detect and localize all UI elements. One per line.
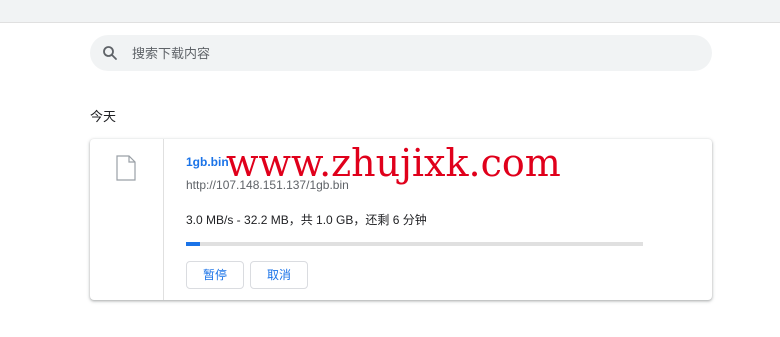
top-bar <box>0 0 780 23</box>
pause-button[interactable]: 暂停 <box>186 261 245 289</box>
download-progress-bar <box>186 242 643 246</box>
download-status: 3.0 MB/s - 32.2 MB，共 1.0 GB，还剩 6 分钟 <box>186 213 427 227</box>
search-bar[interactable] <box>90 35 712 71</box>
download-item-card: 1gb.bin http://107.148.151.137/1gb.bin 3… <box>90 139 712 300</box>
download-progress-fill <box>186 242 200 246</box>
download-url[interactable]: http://107.148.151.137/1gb.bin <box>186 178 349 192</box>
search-input[interactable] <box>130 44 694 62</box>
section-label-today: 今天 <box>90 109 117 124</box>
search-icon <box>102 45 118 61</box>
file-icon <box>116 155 136 181</box>
download-filename-link[interactable]: 1gb.bin <box>186 155 229 169</box>
download-item-icon-column <box>90 139 164 300</box>
cancel-button[interactable]: 取消 <box>250 261 309 289</box>
